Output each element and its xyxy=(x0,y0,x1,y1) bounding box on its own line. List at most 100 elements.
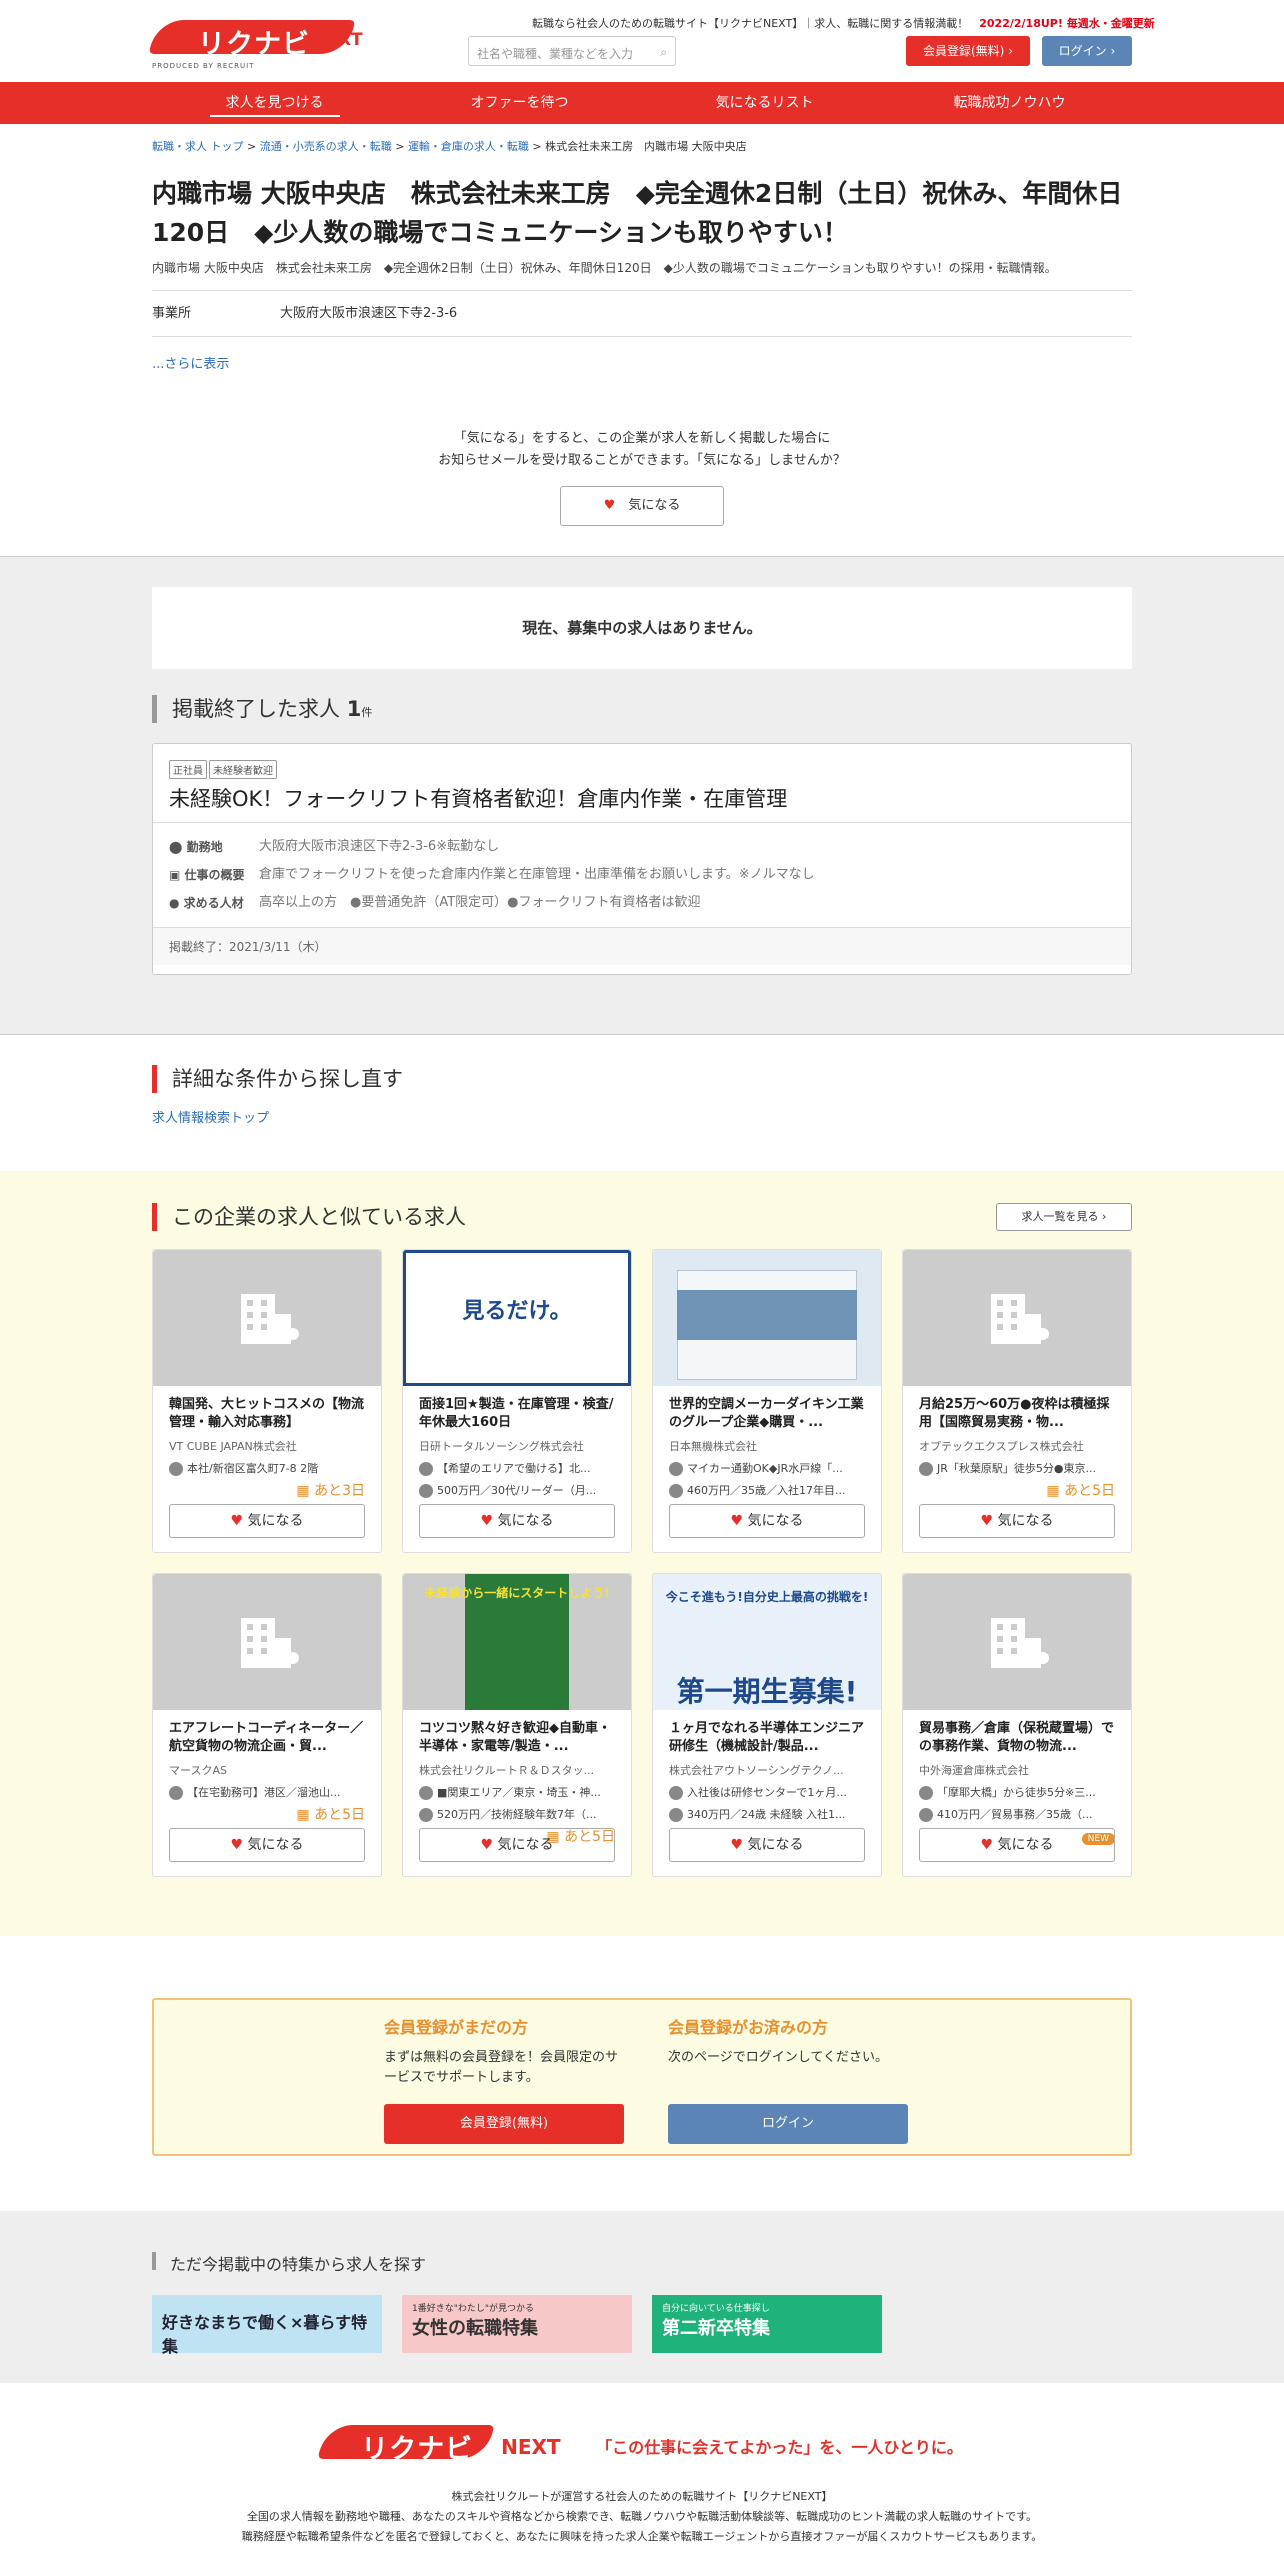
job-location: 本社/新宿区富久町7-8 2階 xyxy=(153,1460,381,1476)
building-icon xyxy=(241,1618,299,1668)
similar-job-card[interactable]: 韓国発、大ヒットコスメの【物流管理・輸入対応事務】 VT CUBE JAPAN株式… xyxy=(152,1249,382,1553)
heart-icon: ♥ xyxy=(480,1513,494,1529)
register-button[interactable]: 会員登録(無料) › xyxy=(906,36,1030,66)
banner-local[interactable]: 好きなまちで働く×暮らす特集 xyxy=(152,2295,382,2356)
job-title[interactable]: 韓国発、大ヒットコスメの【物流管理・輸入対応事務】 xyxy=(153,1386,381,1434)
heart-icon: ♥ xyxy=(230,1513,244,1529)
job-image[interactable] xyxy=(903,1574,1131,1710)
search-top-link[interactable]: 求人情報検索トップ xyxy=(152,1107,1132,1126)
no-jobs-message: 現在、募集中の求人はありません。 xyxy=(152,587,1132,669)
calendar-icon: ▦ xyxy=(296,1483,310,1499)
kininaru-button[interactable]: ♥ 気になる xyxy=(669,1504,865,1538)
ended-job-card[interactable]: 正社員 未経験者歓迎 未経験OK！フォークリフト有資格者歓迎！倉庫内作業・在庫管理… xyxy=(152,743,1132,975)
job-salary: 460万円／35歳／入社17年目... xyxy=(653,1482,881,1498)
kininaru-button[interactable]: ♥ 気になる xyxy=(919,1828,1115,1862)
heart-icon: ♥ xyxy=(980,1837,994,1853)
work-row: ▣ 仕事の概要 倉庫でフォークリフトを使った倉庫内作業と在庫管理・出庫準備をお願い… xyxy=(169,867,815,882)
job-image[interactable]: 未経験から一緒にスタートしよう! xyxy=(403,1574,631,1710)
job-image[interactable] xyxy=(903,1250,1131,1386)
job-title[interactable]: 世界的空調メーカーダイキン工業のグループ企業◆購買・... xyxy=(653,1386,881,1434)
job-title[interactable]: 月給25万～60万●夜枠は積極採用【国際貿易実務・物... xyxy=(903,1386,1131,1434)
ended-title: 掲載終了した求人 1件 xyxy=(152,693,1132,725)
similar-job-card[interactable]: エアフレートコーディネーター／航空貨物の物流企画・貿... マースクAS 【在宅勤務… xyxy=(152,1573,382,1877)
kininaru-button[interactable]: ♥ 気になる xyxy=(919,1504,1115,1538)
member-register-button[interactable]: 会員登録(無料) xyxy=(384,2104,624,2144)
requirement-row: ● 求める人材 高卒以上の方 ●要普通免許（AT限定可）●フォークリフト有資格者は… xyxy=(169,895,701,910)
search-input[interactable]: 社名や職種、業種などを入力 ⌕ xyxy=(468,36,676,66)
crumb-top[interactable]: 転職・求人 トップ xyxy=(152,140,244,153)
job-company: 中外海運倉庫株式会社 xyxy=(919,1764,1029,1777)
pin-icon xyxy=(919,1786,933,1800)
job-salary: 340万円／24歳 未経験 入社1... xyxy=(653,1806,881,1822)
kininaru-button[interactable]: ♥ 気になる xyxy=(169,1828,365,1862)
similar-job-card[interactable]: 今こそ進もう!自分史上最高の挑戦を! 第一期生募集! １ヶ月でなれる半導体エンジニア… xyxy=(652,1573,882,1877)
logo[interactable]: リクナビ NEXT PRODUCED BY RECRUIT xyxy=(149,18,363,72)
job-list-button[interactable]: 求人一覧を見る › xyxy=(996,1203,1132,1231)
ended-job-title[interactable]: 未経験OK！フォークリフト有資格者歓迎！倉庫内作業・在庫管理 xyxy=(153,779,1131,823)
banner-women[interactable]: 1番好きな"わたし"が見つかる 女性の転職特集 xyxy=(402,2295,632,2353)
job-company: オプテックエクスプレス株式会社 xyxy=(919,1440,1084,1453)
similar-job-card[interactable]: 貿易事務／倉庫（保税蔵置場）での事務作業、貨物の物流... 中外海運倉庫株式会社「… xyxy=(902,1573,1132,1877)
kininaru-button[interactable]: ♥ 気になる xyxy=(169,1504,365,1538)
job-location: マイカー通勤OK◆JR水戸線「... xyxy=(653,1460,881,1476)
job-company: 株式会社アウトソーシングテクノ... xyxy=(669,1764,844,1777)
job-image[interactable] xyxy=(153,1250,381,1386)
similar-job-card[interactable]: 見るだけ。 面接1回★製造・在庫管理・検査/年休最大160日 日研トータルソーシング… xyxy=(402,1249,632,1553)
similar-job-card[interactable]: 世界的空調メーカーダイキン工業のグループ企業◆購買・... 日本無機株式会社 マイカ… xyxy=(652,1249,882,1553)
job-image[interactable] xyxy=(153,1574,381,1710)
kininaru-button[interactable]: ♥ 気になる xyxy=(560,486,724,526)
pin-icon xyxy=(669,1786,683,1800)
login-button[interactable]: ログイン › xyxy=(1042,36,1132,66)
similar-section: この企業の求人と似ている求人 求人一覧を見る › 韓国発、大ヒットコスメの【物流… xyxy=(0,1171,1284,1936)
job-title[interactable]: 面接1回★製造・在庫管理・検査/年休最大160日 xyxy=(403,1386,631,1434)
kininaru-button[interactable]: ♥ 気になる xyxy=(419,1504,615,1538)
heart-icon: ♥ xyxy=(730,1837,744,1853)
briefcase-icon: ▣ xyxy=(169,868,181,882)
job-title[interactable]: エアフレートコーディネーター／航空貨物の物流企画・貿... xyxy=(153,1710,381,1758)
kininaru-button[interactable]: ♥ 気になる xyxy=(419,1828,615,1862)
search-icon: ⌕ xyxy=(660,45,667,59)
yen-icon xyxy=(419,1484,433,1498)
show-more-link[interactable]: ...さらに表示 xyxy=(152,353,1132,372)
job-location: 【希望のエリアで働ける】北... xyxy=(403,1460,631,1476)
page-subtitle: 内職市場 大阪中央店 株式会社未来工房 ◆完全週休2日制（土日）祝休み、年間休日… xyxy=(152,258,1132,291)
job-image[interactable]: 見るだけ。 xyxy=(403,1250,631,1386)
heart-icon: ♥ xyxy=(730,1513,744,1529)
ended-section: 現在、募集中の求人はありません。 掲載終了した求人 1件 正社員 未経験者歓迎 未… xyxy=(0,556,1284,1035)
kininaru-button[interactable]: ♥ 気になる xyxy=(669,1828,865,1862)
yen-icon xyxy=(669,1484,683,1498)
pin-icon xyxy=(919,1462,933,1476)
nav-wait-offers[interactable]: オファーを待つ xyxy=(397,82,642,124)
banner-second-grad[interactable]: 自分に向いている仕事探し 第二新卒特集 xyxy=(652,2295,882,2353)
job-location: 【在宅勤務可】港区／溜池山... xyxy=(153,1784,381,1800)
days-left: ▦ あと3日 xyxy=(296,1483,365,1499)
job-image[interactable] xyxy=(653,1250,881,1386)
job-image[interactable]: 今こそ進もう!自分史上最高の挑戦を! 第一期生募集! xyxy=(653,1574,881,1710)
header-tagline: 転職なら社会人のための転職サイト【リクナビNEXT】｜求人、転職に関する情報満載… xyxy=(532,17,1155,30)
job-location: 入社後は研修センターで1ヶ月... xyxy=(653,1784,881,1800)
job-title[interactable]: １ヶ月でなれる半導体エンジニア研修生（機械設計/製品... xyxy=(653,1710,881,1758)
crumb-retail[interactable]: 流通・小売系の求人・転職 xyxy=(260,140,392,153)
heart-icon: ♥ xyxy=(480,1837,494,1853)
building-icon xyxy=(991,1294,1049,1344)
feature-section: ただ今掲載中の特集から求人を探す 好きなまちで働く×暮らす特集 1番好きな"わた… xyxy=(0,2211,1284,2383)
member-login-button[interactable]: ログイン xyxy=(668,2104,908,2144)
job-title[interactable]: コツコツ黙々好き歓迎◆自動車・半導体・家電等/製造・... xyxy=(403,1710,631,1758)
pin-icon xyxy=(169,1462,183,1476)
page-title: 内職市場 大阪中央店 株式会社未来工房 ◆完全週休2日制（土日）祝休み、年間休日… xyxy=(152,179,1123,247)
job-company: VT CUBE JAPAN株式会社 xyxy=(169,1440,297,1453)
heart-icon: ♥ xyxy=(230,1837,244,1853)
office-row: 事業所 大阪府大阪市浪速区下寺2-3-6 xyxy=(152,291,1132,337)
similar-job-card[interactable]: 月給25万～60万●夜枠は積極採用【国際貿易実務・物... オプテックエクスプレス… xyxy=(902,1249,1132,1553)
nav-watchlist[interactable]: 気になるリスト xyxy=(642,82,887,124)
yen-icon xyxy=(919,1808,933,1822)
nav-knowhow[interactable]: 転職成功ノウハウ xyxy=(887,82,1132,124)
similar-job-card[interactable]: 未経験から一緒にスタートしよう! コツコツ黙々好き歓迎◆自動車・半導体・家電等/製… xyxy=(402,1573,632,1877)
nav-find-jobs[interactable]: 求人を見つける xyxy=(152,82,397,124)
yen-icon xyxy=(669,1808,683,1822)
job-title[interactable]: 貿易事務／倉庫（保税蔵置場）での事務作業、貨物の物流... xyxy=(903,1710,1131,1758)
pin-icon xyxy=(169,1786,183,1800)
footer-logo: リクナビ NEXT xyxy=(318,2423,571,2469)
crumb-logistics[interactable]: 運輸・倉庫の求人・転職 xyxy=(408,140,529,153)
pin-icon: ⬤ xyxy=(169,840,183,854)
